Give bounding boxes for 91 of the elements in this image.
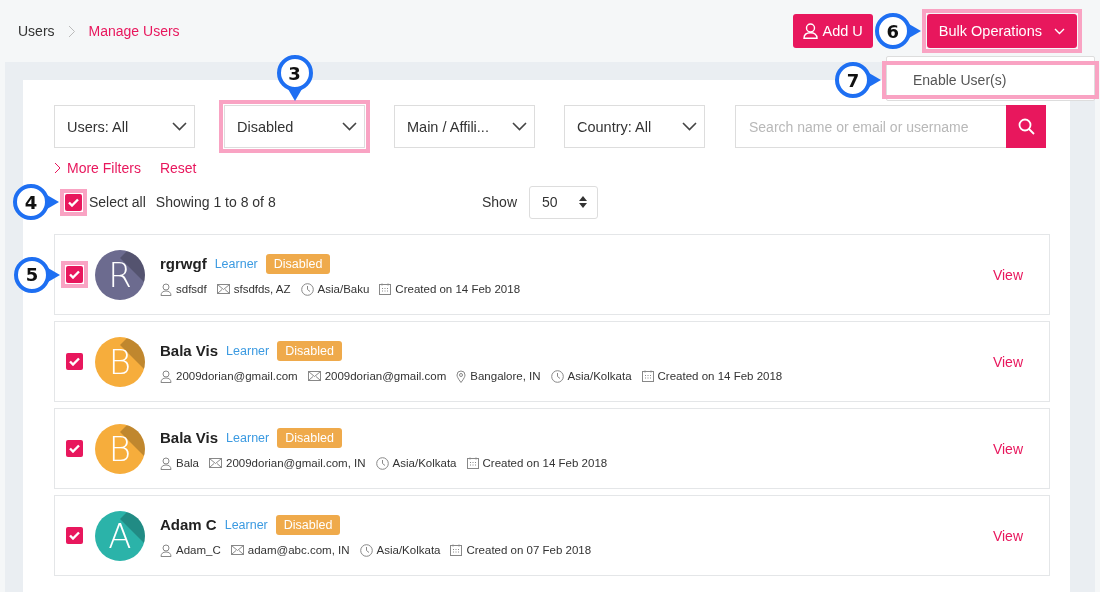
meta-text: Asia/Kolkata [567, 370, 632, 382]
role-label: Learner [226, 343, 270, 358]
show-label: Show [481, 194, 517, 210]
more-filters-link[interactable]: More Filters [54, 160, 141, 176]
bulk-operations-button[interactable]: Bulk Operations [926, 14, 1077, 48]
add-user-button[interactable]: Add U [792, 14, 873, 48]
checkbox[interactable] [66, 440, 83, 457]
view-link[interactable]: View [992, 440, 1023, 457]
search-field[interactable]: Search name or email or username [735, 105, 1006, 148]
meta-text: Bala [176, 457, 200, 469]
calendar-icon [379, 283, 392, 295]
meta-text: Created on 07 Feb 2018 [466, 544, 592, 556]
checkbox[interactable] [65, 193, 82, 211]
person-icon [160, 543, 172, 557]
status-badge: Disabled [277, 340, 342, 361]
meta-text: 2009dorian@gmail.com [324, 370, 447, 382]
check-icon [69, 357, 80, 366]
meta-text: Adam_C [176, 544, 221, 556]
chevron-down-icon [342, 122, 357, 131]
user-avatar: B [95, 423, 145, 474]
clock-icon [300, 282, 314, 296]
results-count: Showing 1 to 8 of 8 [155, 194, 276, 210]
check-icon [69, 444, 80, 453]
user-name: Bala Vis [160, 342, 219, 359]
meta-text: sdfsdf [176, 283, 207, 295]
filter-dropdown[interactable]: Disabled [224, 105, 365, 148]
search-button[interactable] [1006, 105, 1046, 148]
person-icon [160, 456, 172, 470]
chevron-down-icon [682, 122, 697, 131]
chevron-down-icon [512, 122, 527, 131]
meta-text: 2009dorian@gmail.com, IN [226, 457, 366, 469]
meta-text: Created on 14 Feb 2018 [482, 457, 608, 469]
role-label: Learner [224, 517, 268, 532]
meta-text: adam@abc.com, IN [247, 544, 350, 556]
clock-icon [375, 456, 389, 470]
meta-text: Asia/Kolkata [392, 457, 457, 469]
meta-text: sfsdfds, AZ [233, 283, 291, 295]
check-icon [69, 531, 80, 540]
meta-text: Bangalore, IN [470, 370, 541, 382]
user-name: Bala Vis [160, 429, 219, 446]
view-link[interactable]: View [992, 353, 1023, 370]
checkbox[interactable] [66, 527, 83, 544]
filter-dropdown[interactable]: Main / Affili... [394, 105, 535, 148]
user-avatar: R [95, 249, 145, 300]
breadcrumb-link[interactable]: Manage Users [88, 23, 180, 39]
meta-text: Asia/Baku [317, 283, 370, 295]
person-icon [802, 23, 818, 39]
reset-link[interactable]: Reset [159, 160, 197, 176]
calendar-icon [641, 370, 654, 382]
menu-item[interactable]: Enable User(s) [887, 66, 1094, 94]
meta-text: Created on 14 Feb 2018 [395, 283, 521, 295]
select-all-label: Select all [89, 194, 146, 210]
checkbox[interactable] [66, 266, 83, 283]
chevron-right-icon [54, 162, 61, 174]
meta-text: 2009dorian@gmail.com [176, 370, 298, 382]
role-label: Learner [226, 430, 270, 445]
filter-dropdown[interactable]: Users: All [54, 105, 195, 148]
checkbox[interactable] [66, 353, 83, 370]
view-link[interactable]: View [992, 266, 1023, 283]
user-avatar: A [95, 510, 145, 561]
clock-icon [359, 543, 373, 557]
user-name: Adam C [160, 516, 217, 533]
clock-icon [550, 369, 564, 383]
chevron-down-icon [1054, 27, 1065, 35]
check-icon [69, 270, 80, 279]
user-avatar: B [95, 336, 145, 387]
envelope-icon [230, 545, 244, 555]
chevron-right-icon [67, 24, 76, 38]
chevron-down-icon [172, 122, 187, 131]
check-icon [68, 197, 79, 207]
meta-text: Created on 14 Feb 2018 [657, 370, 783, 382]
breadcrumb-link[interactable]: Users [18, 23, 55, 39]
calendar-icon [466, 457, 479, 469]
status-badge: Disabled [275, 514, 341, 535]
envelope-icon [209, 458, 223, 468]
role-label: Learner [214, 256, 258, 271]
person-icon [160, 369, 172, 383]
map-pin-icon [456, 369, 467, 383]
envelope-icon [307, 371, 321, 381]
search-icon [1017, 118, 1035, 135]
view-link[interactable]: View [992, 527, 1023, 544]
user-name: rgrwgf [160, 255, 207, 272]
calendar-icon [450, 544, 463, 556]
person-icon [160, 282, 172, 296]
filter-dropdown[interactable]: Country: All [564, 105, 705, 148]
status-badge: Disabled [265, 253, 331, 274]
status-badge: Disabled [277, 427, 342, 448]
envelope-icon [216, 284, 230, 294]
sort-arrows-icon [579, 196, 587, 208]
meta-text: Asia/Kolkata [376, 544, 441, 556]
page-size-select[interactable]: 50 [529, 185, 598, 219]
